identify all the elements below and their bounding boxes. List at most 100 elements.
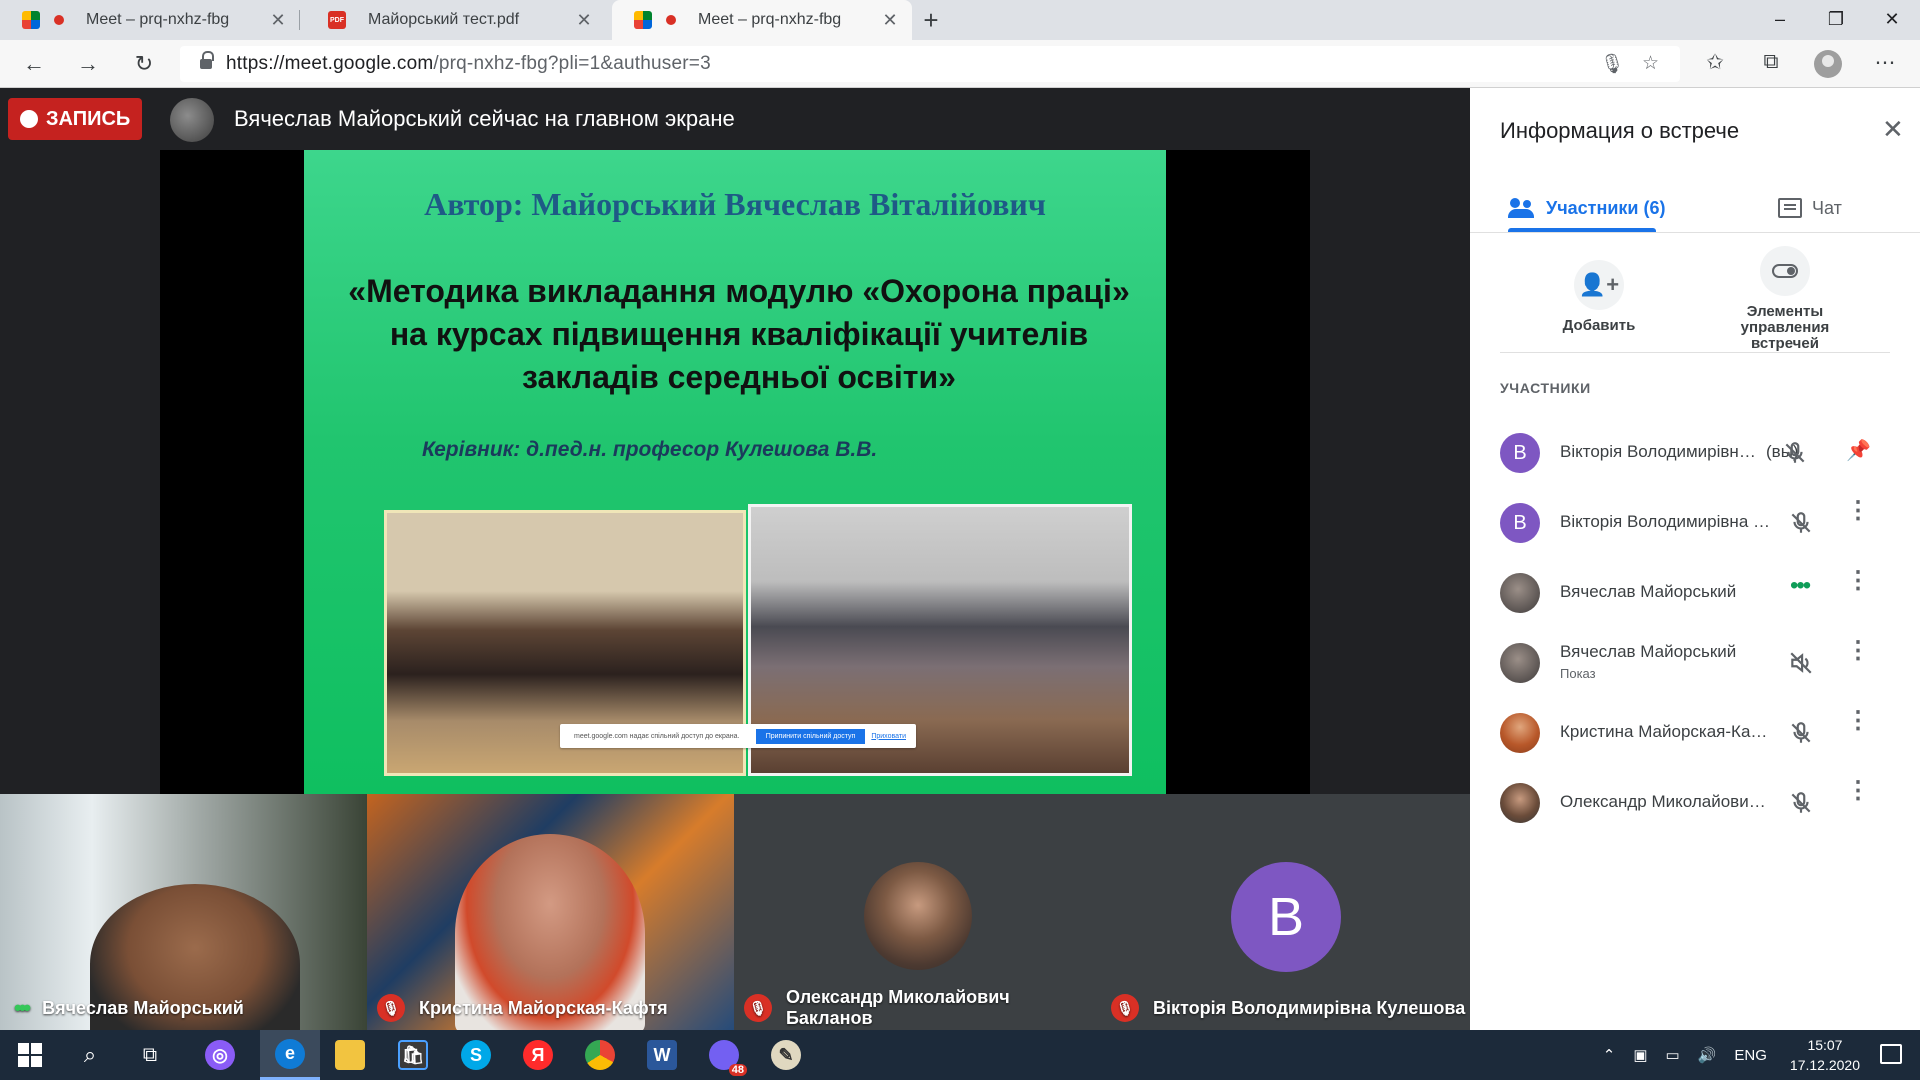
store-icon[interactable]: 🛍 bbox=[383, 1030, 443, 1080]
participant-row[interactable]: Вячеслав Майорський Показ ⋮ bbox=[1470, 628, 1920, 698]
tab-title: Meet – prq-nxhz-fbg bbox=[86, 11, 230, 28]
add-people-button[interactable]: 👤+ Добавить bbox=[1524, 260, 1674, 334]
url-text: https://meet.google.com/prq-nxhz-fbg?pli… bbox=[226, 53, 711, 74]
avatar bbox=[1500, 573, 1540, 613]
mic-off-icon: 🎙 bbox=[744, 994, 772, 1022]
more-options-icon[interactable]: ⋮ bbox=[1846, 779, 1870, 820]
start-button[interactable] bbox=[0, 1030, 60, 1080]
avatar: B bbox=[1500, 433, 1540, 473]
more-options-icon[interactable]: ⋮ bbox=[1846, 639, 1870, 680]
reload-button[interactable]: ↻ bbox=[128, 48, 160, 80]
chrome-icon[interactable] bbox=[570, 1030, 630, 1080]
participant-name: Олександр Миколайович Бакланов bbox=[1560, 792, 1770, 811]
participant-tile[interactable]: 🎙 Олександр Миколайович Бакланов bbox=[734, 794, 1101, 1030]
tab-close-icon[interactable]: ✕ bbox=[878, 10, 902, 31]
recording-label: ЗАПИСЬ bbox=[46, 107, 131, 130]
clock[interactable]: 15:07 17.12.2020 bbox=[1790, 1035, 1860, 1075]
participant-subtitle: Показ bbox=[1560, 666, 1596, 681]
paint-icon[interactable]: ✎ bbox=[756, 1030, 816, 1080]
notifications-icon[interactable] bbox=[1880, 1044, 1902, 1064]
participant-row[interactable]: Олександр Миколайович Бакланов ⋮ bbox=[1470, 768, 1920, 838]
language-indicator[interactable]: ENG bbox=[1734, 1047, 1767, 1064]
recording-indicator-icon bbox=[666, 15, 676, 25]
more-options-icon[interactable]: ⋮ bbox=[1846, 709, 1870, 750]
participant-tile[interactable]: 🎙 Кристина Майорская-Кафтя bbox=[367, 794, 734, 1030]
browser-tab-strip: Meet – prq-nxhz-fbg ✕ PDF Майорський тес… bbox=[0, 0, 1920, 40]
edge-browser-icon[interactable]: e bbox=[260, 1030, 320, 1080]
tab-chat[interactable]: Чат bbox=[1778, 188, 1842, 228]
presenter-avatar bbox=[170, 98, 214, 142]
meet-stage: ЗАПИСЬ Вячеслав Майорський сейчас на гла… bbox=[0, 88, 1470, 1030]
divider bbox=[1500, 352, 1890, 353]
word-icon[interactable]: W bbox=[632, 1030, 692, 1080]
collections-icon[interactable]: ⧉ bbox=[1756, 50, 1786, 74]
avatar bbox=[1500, 643, 1540, 683]
maximize-button[interactable]: ❐ bbox=[1808, 0, 1864, 40]
participant-row[interactable]: Вячеслав Майорський ••• ⋮ bbox=[1470, 558, 1920, 628]
favorites-icon[interactable]: ✩ bbox=[1700, 50, 1730, 75]
participant-name: Вячеслав Майорський bbox=[1560, 582, 1737, 601]
viber-icon[interactable]: 48 bbox=[694, 1030, 754, 1080]
participants-heading: УЧАСТНИКИ bbox=[1500, 380, 1591, 396]
battery-icon[interactable]: ▭ bbox=[1666, 1046, 1680, 1064]
stop-sharing-button[interactable]: Припинити спільний доступ bbox=[755, 728, 866, 744]
profile-avatar[interactable] bbox=[1814, 50, 1842, 78]
google-meet-icon bbox=[22, 11, 40, 29]
pin-icon[interactable]: 📌 bbox=[1846, 438, 1871, 463]
mic-off-icon: 🎙 bbox=[377, 994, 405, 1022]
task-view-icon[interactable]: ⧉ bbox=[120, 1030, 180, 1080]
participant-tile-name: Олександр Миколайович Бакланов bbox=[785, 987, 1010, 1028]
participant-tile[interactable]: ••• Вячеслав Майорський bbox=[0, 794, 367, 1030]
avatar: B bbox=[1231, 862, 1341, 972]
mic-off-icon: 🎙 bbox=[1111, 994, 1139, 1022]
host-controls-button[interactable]: Элементы управления встречей bbox=[1710, 246, 1860, 352]
browser-tab-meet-active[interactable]: Meet – prq-nxhz-fbg ✕ bbox=[612, 0, 912, 40]
speaking-indicator-icon: ••• bbox=[1790, 572, 1811, 599]
mic-off-icon bbox=[1788, 510, 1814, 536]
address-bar[interactable]: https://meet.google.com/prq-nxhz-fbg?pli… bbox=[180, 46, 1680, 82]
participant-name: Вячеслав Майорський bbox=[1560, 642, 1737, 661]
minimize-button[interactable]: – bbox=[1752, 0, 1808, 40]
network-icon[interactable]: ▣ bbox=[1633, 1046, 1647, 1064]
close-window-button[interactable]: ✕ bbox=[1864, 0, 1920, 40]
slide-supervisor: Керівник: д.пед.н. професор Кулешова В.В… bbox=[422, 438, 878, 461]
new-tab-button[interactable]: + bbox=[915, 4, 947, 36]
yandex-browser-icon[interactable]: Я bbox=[508, 1030, 568, 1080]
tab-close-icon[interactable]: ✕ bbox=[266, 10, 290, 31]
panel-title: Информация о встрече bbox=[1500, 118, 1740, 143]
participant-tile[interactable]: B 🎙 Вікторія Володимирівна Кулешова bbox=[1101, 794, 1470, 1030]
star-icon[interactable]: ☆ bbox=[1642, 52, 1659, 75]
system-tray: ⌃ ▣ ▭ 🔊 ENG 15:07 17.12.2020 bbox=[1594, 1030, 1860, 1080]
tab-close-icon[interactable]: ✕ bbox=[572, 10, 596, 31]
close-panel-icon[interactable]: ✕ bbox=[1882, 114, 1904, 145]
meeting-details-panel: Информация о встрече ✕ Участники (6) Чат… bbox=[1470, 88, 1920, 1030]
microphone-icon[interactable]: 🎙 bbox=[1600, 52, 1624, 76]
browser-toolbar: ← → ↻ https://meet.google.com/prq-nxhz-f… bbox=[0, 40, 1920, 88]
participant-row[interactable]: B Вікторія Володимирівна Кулешова ⋮ bbox=[1470, 488, 1920, 558]
tab-participants[interactable]: Участники (6) bbox=[1508, 188, 1666, 228]
participant-name: Вікторія Володимирівна Кулешова bbox=[1560, 512, 1770, 531]
more-menu-icon[interactable]: ⋯ bbox=[1870, 50, 1900, 75]
more-options-icon[interactable]: ⋮ bbox=[1846, 569, 1870, 610]
add-person-icon: 👤+ bbox=[1574, 260, 1624, 310]
participant-row[interactable]: Кристина Майорская-Кафтя ⋮ bbox=[1470, 698, 1920, 768]
slide-author: Автор: Майорський Вячеслав Віталійович bbox=[424, 186, 1046, 222]
tab-title: Майорський тест.pdf bbox=[368, 11, 520, 28]
file-explorer-icon[interactable] bbox=[320, 1030, 380, 1080]
divider bbox=[1470, 232, 1920, 233]
skype-icon[interactable]: S bbox=[446, 1030, 506, 1080]
hide-notice-link[interactable]: Приховати bbox=[871, 733, 906, 740]
chevron-up-icon[interactable]: ⌃ bbox=[1603, 1046, 1616, 1064]
alice-assistant-icon[interactable]: ◎ bbox=[190, 1030, 250, 1080]
participant-row[interactable]: B Вікторія Володимирівна Кулешова (вы) 📌 bbox=[1470, 418, 1920, 488]
volume-icon[interactable]: 🔊 bbox=[1698, 1046, 1717, 1064]
mic-off-icon bbox=[1782, 440, 1808, 466]
more-options-icon[interactable]: ⋮ bbox=[1846, 499, 1870, 540]
browser-tab-pdf[interactable]: PDF Майорський тест.pdf ✕ bbox=[306, 0, 606, 40]
browser-tab-meet-1[interactable]: Meet – prq-nxhz-fbg ✕ bbox=[0, 0, 300, 40]
presenter-message: Вячеслав Майорський сейчас на главном эк… bbox=[234, 106, 735, 131]
forward-button[interactable]: → bbox=[72, 48, 104, 80]
search-icon[interactable]: ⌕ bbox=[60, 1030, 120, 1080]
avatar: B bbox=[1500, 503, 1540, 543]
back-button[interactable]: ← bbox=[18, 48, 50, 80]
